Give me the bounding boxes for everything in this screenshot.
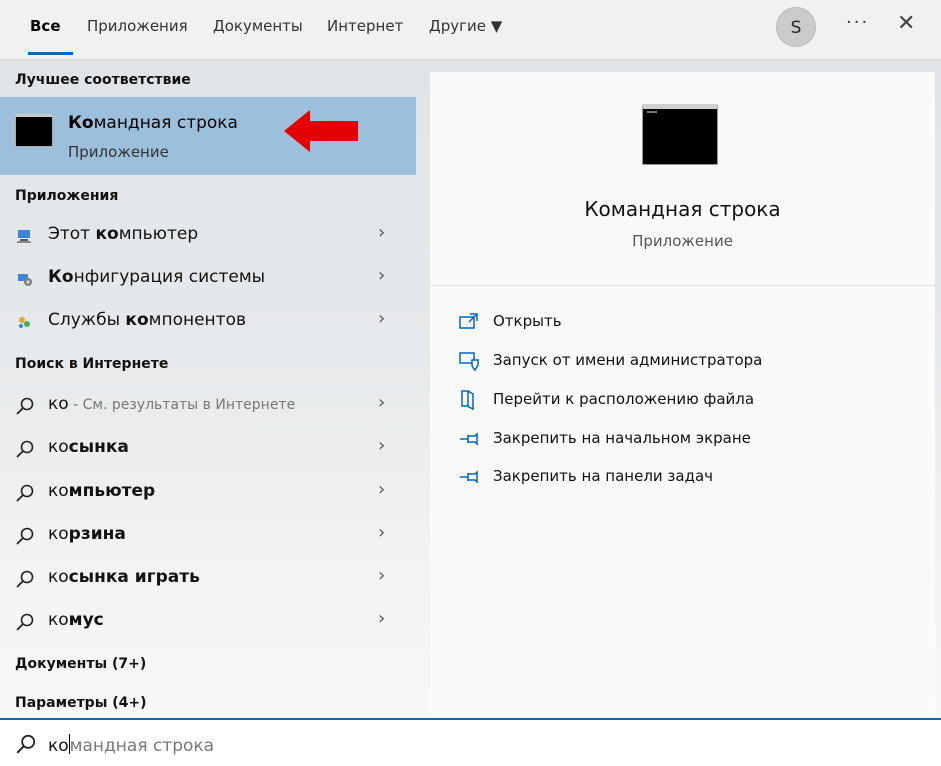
app-item-system-config[interactable]: Конфигурация системы › <box>0 257 416 300</box>
file-location-icon <box>461 390 474 411</box>
section-web-search: Поиск в Интернете <box>15 356 169 372</box>
tab-internet[interactable]: Интернет <box>327 0 403 58</box>
preview-subtitle: Приложение <box>632 232 733 250</box>
component-services-icon <box>19 317 30 328</box>
best-match-title: Командная строка <box>68 113 238 133</box>
chevron-right-icon[interactable]: › <box>378 435 385 456</box>
action-open[interactable]: Открыть <box>458 309 918 341</box>
section-best-match: Лучшее соответствие <box>15 72 191 88</box>
web-result-label: комус <box>48 610 104 630</box>
search-icon <box>16 734 36 754</box>
section-apps: Приложения <box>15 188 119 204</box>
chevron-right-icon[interactable]: › <box>378 308 385 329</box>
web-result-label: косынка играть <box>48 567 200 587</box>
search-icon <box>16 527 34 545</box>
app-label: Этот компьютер <box>48 224 199 244</box>
best-match-subtitle: Приложение <box>68 143 169 161</box>
web-result-item[interactable]: комус › <box>0 600 416 643</box>
preview-title: Командная строка <box>584 197 781 221</box>
divider <box>430 285 935 286</box>
search-tabs-bar: Все Приложения Документы Интернет Другие… <box>0 0 941 60</box>
web-result-item[interactable]: компьютер › <box>0 471 416 514</box>
tab-other[interactable]: Другие ▼ <box>429 0 502 58</box>
chevron-right-icon[interactable]: › <box>378 522 385 543</box>
action-run-as-admin[interactable]: Запуск от имени администратора <box>458 348 918 380</box>
section-documents[interactable]: Документы (7+) <box>15 656 146 672</box>
web-result-item[interactable]: корзина › <box>0 514 416 557</box>
app-item-component-services[interactable]: Службы компонентов › <box>0 300 416 343</box>
web-result-label: компьютер <box>48 481 156 501</box>
app-label: Конфигурация системы <box>48 267 266 287</box>
system-config-icon <box>18 274 32 286</box>
web-result-item[interactable]: косынка играть › <box>0 557 416 600</box>
pin-icon <box>460 470 478 484</box>
tab-documents[interactable]: Документы <box>213 0 303 58</box>
tab-apps[interactable]: Приложения <box>87 0 188 58</box>
search-box[interactable]: командная строка <box>0 718 941 766</box>
web-result-label: косынка <box>48 437 129 457</box>
preview-panel: Командная строка Приложение Открыть Запу… <box>430 72 935 715</box>
more-options-icon[interactable]: ··· <box>846 12 869 33</box>
app-label: Службы компонентов <box>48 310 246 330</box>
chevron-right-icon[interactable]: › <box>378 392 385 413</box>
search-suggestion: мандная строка <box>69 736 215 756</box>
action-pin-to-taskbar[interactable]: Закрепить на панели задач <box>458 464 918 496</box>
search-icon <box>16 484 34 502</box>
results-list: Лучшее соответствие Командная строка При… <box>0 60 416 715</box>
chevron-right-icon[interactable]: › <box>378 608 385 629</box>
web-result-label: корзина <box>48 524 126 544</box>
best-match-item[interactable]: Командная строка Приложение <box>0 97 416 175</box>
web-result-label: ко - См. результаты в Интернете <box>48 394 296 414</box>
search-input[interactable]: командная строка <box>48 734 214 756</box>
open-icon <box>459 313 478 329</box>
pin-icon <box>460 432 478 446</box>
search-icon <box>16 397 34 415</box>
search-icon <box>16 440 34 458</box>
user-avatar[interactable]: S <box>776 7 816 47</box>
web-result-item[interactable]: косынка › <box>0 427 416 470</box>
chevron-right-icon[interactable]: › <box>378 265 385 286</box>
chevron-right-icon[interactable]: › <box>378 565 385 586</box>
command-prompt-icon <box>15 114 53 147</box>
chevron-right-icon[interactable]: › <box>378 479 385 500</box>
action-open-file-location[interactable]: Перейти к расположению файла <box>458 387 918 419</box>
app-item-this-pc[interactable]: Этот компьютер › <box>0 214 416 257</box>
web-result-item[interactable]: ко - См. результаты в Интернете › <box>0 384 416 427</box>
action-pin-to-start[interactable]: Закрепить на начальном экране <box>458 426 918 458</box>
chevron-right-icon[interactable]: › <box>378 222 385 243</box>
search-icon <box>16 570 34 588</box>
search-icon <box>16 613 34 631</box>
close-icon[interactable]: ✕ <box>897 11 915 36</box>
active-tab-indicator <box>28 52 73 55</box>
computer-icon <box>17 230 31 243</box>
red-arrow-annotation <box>284 110 358 152</box>
tab-all[interactable]: Все <box>28 0 73 58</box>
command-prompt-large-icon <box>642 104 718 165</box>
shield-admin-icon <box>459 352 479 372</box>
section-settings[interactable]: Параметры (4+) <box>15 695 147 711</box>
